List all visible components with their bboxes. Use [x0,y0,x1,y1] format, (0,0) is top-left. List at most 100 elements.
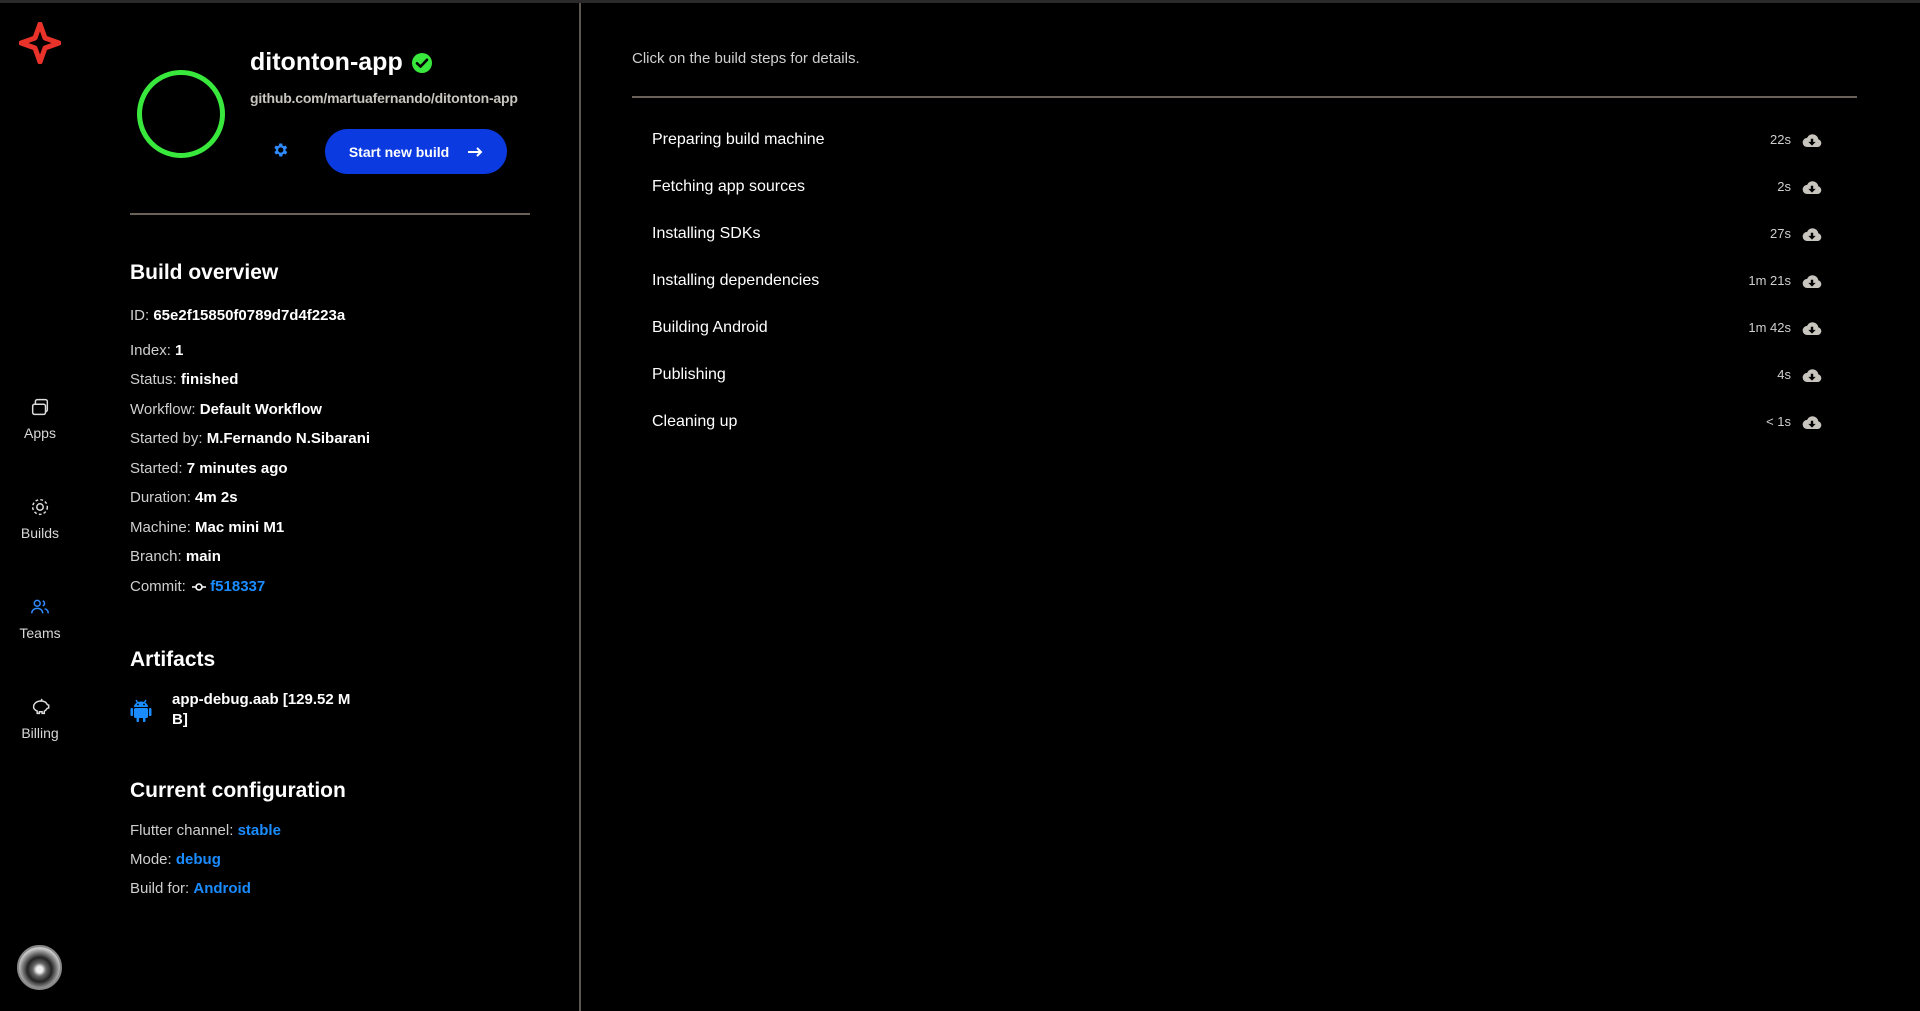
build-workflow-row: Workflow: Default Workflow [130,401,322,418]
gear-icon[interactable] [271,141,289,159]
config-mode-value[interactable]: debug [176,851,221,868]
build-machine-row: Machine: Mac mini M1 [130,519,284,536]
steps-hint: Click on the build steps for details. [632,50,860,67]
cloud-download-icon[interactable] [1801,365,1823,387]
cloud-download-icon[interactable] [1801,130,1823,152]
build-step-row[interactable]: Fetching app sources 2s [632,166,1857,213]
build-commit-row: Commit: f518337 [130,578,265,595]
build-started-value: 7 minutes ago [186,460,288,477]
codemagic-logo-icon[interactable] [19,22,61,64]
commit-link[interactable]: f518337 [210,578,265,595]
build-workflow-value: Default Workflow [199,401,322,418]
start-new-build-button[interactable]: Start new build [325,129,507,174]
divider [632,96,1857,98]
build-started-row: Started: 7 minutes ago [130,460,288,477]
build-step-duration: 4s [1777,367,1791,382]
build-overview-title: Build overview [130,261,279,284]
cloud-download-icon[interactable] [1801,177,1823,199]
build-step-name: Publishing [652,366,726,383]
build-id-label: ID: [130,307,150,324]
commit-icon [192,583,207,591]
arrow-right-icon [468,146,483,157]
config-flutter-value[interactable]: stable [238,822,281,839]
build-branch-row: Branch: main [130,548,221,565]
build-index-label: Index: [130,342,171,359]
config-build-for-row: Build for: Android [130,880,251,897]
build-status-row: Status: finished [130,371,238,388]
build-step-name: Building Android [652,319,768,336]
build-step-row[interactable]: Preparing build machine 22s [632,119,1857,166]
build-status-value: finished [180,371,239,388]
sidebar-item-teams[interactable]: Teams [0,578,80,658]
config-build-for-label: Build for: [130,880,190,897]
artifact-download-link[interactable]: app-debug.aab [129.52 M B] [172,690,362,730]
divider [130,213,530,215]
check-circle-icon [411,52,432,73]
cloud-download-icon[interactable] [1801,271,1823,293]
sidebar-item-label: Builds [20,524,60,541]
app-status-ring [137,70,225,158]
build-step-row[interactable]: Publishing 4s [632,354,1857,401]
builds-icon [31,498,49,515]
cloud-download-icon[interactable] [1801,318,1823,340]
build-index-value: 1 [175,342,184,359]
config-flutter-row: Flutter channel: stable [130,822,281,839]
user-avatar[interactable] [17,945,62,990]
sidebar-item-label: Billing [21,724,59,741]
build-index-row: Index: 1 [130,342,183,359]
build-duration-row: Duration: 4m 2s [130,489,238,506]
build-step-row[interactable]: Cleaning up < 1s [632,401,1857,448]
build-id-value: 65e2f15850f0789d7d4f223a [153,307,346,324]
build-step-row[interactable]: Building Android 1m 42s [632,307,1857,354]
start-new-build-label: Start new build [348,143,450,160]
app-repo-url[interactable]: github.com/martuafernando/ditonton-app [250,90,518,106]
build-step-name: Cleaning up [652,413,738,430]
build-step-row[interactable]: Installing dependencies 1m 21s [632,260,1857,307]
build-branch-value: main [185,548,221,565]
build-step-duration: 2s [1777,179,1791,194]
build-step-name: Fetching app sources [652,178,805,195]
config-build-for-value[interactable]: Android [193,880,251,897]
config-mode-label: Mode: [130,851,172,868]
sidebar-item-label: Teams [19,624,61,641]
app-name: ditonton-app [250,48,403,76]
billing-icon [32,698,50,714]
build-machine-value: Mac mini M1 [195,519,285,536]
sidebar-item-apps[interactable]: Apps [0,378,80,458]
build-started-by-value: M.Fernando N.Sibarani [206,430,371,447]
build-machine-label: Machine: [130,519,191,536]
apps-icon [31,398,49,415]
sidebar-item-billing[interactable]: Billing [0,678,80,758]
build-step-duration: 22s [1770,132,1791,147]
build-step-duration: < 1s [1766,414,1791,429]
sidebar-item-builds[interactable]: Builds [0,478,80,558]
app-title: ditonton-app [250,48,433,77]
sidebar-item-label: Apps [24,424,56,441]
artifacts-title: Artifacts [130,648,216,671]
android-icon [130,699,152,722]
build-step-row[interactable]: Installing SDKs 27s [632,213,1857,260]
cloud-download-icon[interactable] [1801,412,1823,434]
build-duration-value: 4m 2s [195,489,238,506]
cloud-download-icon[interactable] [1801,224,1823,246]
build-step-name: Installing SDKs [652,225,761,242]
build-step-name: Installing dependencies [652,272,820,289]
config-title: Current configuration [130,779,346,802]
build-step-duration: 1m 21s [1748,273,1791,288]
panel-divider [579,3,581,1011]
config-flutter-label: Flutter channel: [130,822,234,839]
build-duration-label: Duration: [130,489,191,506]
build-workflow-label: Workflow: [130,401,196,418]
build-step-duration: 1m 42s [1748,320,1791,335]
build-started-by-row: Started by: M.Fernando N.Sibarani [130,430,370,447]
teams-icon [31,599,49,613]
build-commit-label: Commit: [130,578,186,595]
sidebar-nav: Apps Builds Teams Billing [0,0,80,1011]
build-branch-label: Branch: [130,548,182,565]
build-started-by-label: Started by: [130,430,203,447]
build-step-duration: 27s [1770,226,1791,241]
config-mode-row: Mode: debug [130,851,221,868]
build-status-label: Status: [130,371,177,388]
build-step-name: Preparing build machine [652,131,825,148]
build-started-label: Started: [130,460,183,477]
